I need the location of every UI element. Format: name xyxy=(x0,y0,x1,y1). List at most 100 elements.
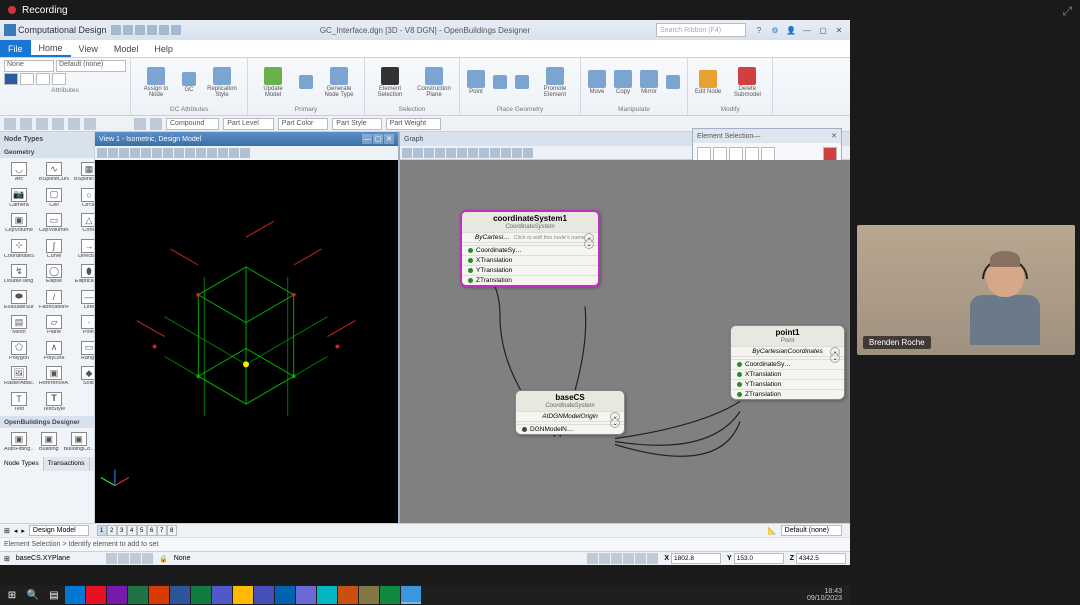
node-type-item[interactable]: ○Circle xyxy=(72,186,94,211)
help-icon[interactable]: ? xyxy=(752,24,766,36)
cb-icon[interactable] xyxy=(130,553,141,564)
part-level-select[interactable]: Part Level xyxy=(223,118,274,130)
mirror-button[interactable]: Mirror xyxy=(637,60,661,105)
vtool-icon[interactable] xyxy=(130,148,140,158)
taskbar-app-icon[interactable] xyxy=(275,586,295,604)
graph-node-point1[interactable]: point1Point ByCartesianCoordinates⌄ ⌄ Co… xyxy=(730,325,845,400)
graph-node-basecs[interactable]: baseCSCoordinateSystem AtDGNModelOrigin⌄… xyxy=(515,390,625,435)
tab-view[interactable]: View xyxy=(71,40,106,57)
sec-icon[interactable] xyxy=(150,118,162,130)
qat-icon[interactable] xyxy=(135,25,145,35)
node-type-item[interactable]: 📷Camera xyxy=(2,186,36,211)
assign-to-node-button[interactable]: Assign to Node xyxy=(135,60,177,105)
gtool-icon[interactable] xyxy=(424,148,434,158)
vtool-icon[interactable] xyxy=(119,148,129,158)
view-num-button[interactable]: 1 xyxy=(97,525,107,536)
node-type-item[interactable]: ⬮EllipticalArc xyxy=(72,262,94,287)
default-select[interactable]: Default (none) xyxy=(781,525,842,536)
vtool-icon[interactable] xyxy=(207,148,217,158)
vtool-icon[interactable] xyxy=(240,148,250,158)
vtool-icon[interactable] xyxy=(163,148,173,158)
move-button[interactable]: Move xyxy=(585,60,609,105)
gtool-icon[interactable] xyxy=(413,148,423,158)
vtool-icon[interactable] xyxy=(97,148,107,158)
qat-icon[interactable] xyxy=(123,25,133,35)
start-button[interactable]: ⊞ xyxy=(2,586,22,604)
taskbar-app-icon[interactable] xyxy=(107,586,127,604)
part-style-select[interactable]: Part Style xyxy=(332,118,381,130)
acs-icon[interactable]: ⊞ xyxy=(4,555,10,563)
generate-node-type-button[interactable]: Generate Node Type xyxy=(318,60,360,105)
graph-canvas[interactable]: coordinateSystem1CoordinateSystem ByCart… xyxy=(400,160,850,523)
geom-button[interactable] xyxy=(512,60,532,105)
ribbon-search[interactable]: Search Ribbon (F4) xyxy=(656,23,746,37)
node-type-item[interactable]: ▤Mesh xyxy=(2,313,36,338)
manipulate-button[interactable] xyxy=(663,60,683,105)
gtool-icon[interactable] xyxy=(468,148,478,158)
qat-icon[interactable] xyxy=(147,25,157,35)
coord-x-input[interactable] xyxy=(671,553,721,564)
taskbar-app-icon[interactable] xyxy=(338,586,358,604)
node-type-item[interactable]: ∿BSplineCurve xyxy=(37,160,71,185)
taskbar-app-icon[interactable] xyxy=(128,586,148,604)
cb-icon[interactable] xyxy=(623,553,634,564)
vtool-icon[interactable] xyxy=(229,148,239,158)
view-num-button[interactable]: 4 xyxy=(127,525,137,536)
view-num-button[interactable]: 6 xyxy=(147,525,157,536)
gtool-icon[interactable] xyxy=(479,148,489,158)
node-type-item[interactable]: ▣ReferenceA… xyxy=(37,364,71,389)
gtool-icon[interactable] xyxy=(457,148,467,158)
node-type-item[interactable]: ∧PolyLine xyxy=(37,339,71,364)
edit-node-button[interactable]: Edit Node xyxy=(692,60,724,105)
gtool-icon[interactable] xyxy=(501,148,511,158)
node-type-item[interactable]: ▭Range xyxy=(72,339,94,364)
template-select[interactable]: Default (none) xyxy=(56,60,126,72)
expand-icon[interactable]: ⤢ xyxy=(1062,4,1072,19)
style-select[interactable] xyxy=(52,73,66,85)
close-button[interactable]: ✕ xyxy=(832,24,846,36)
view-close-icon[interactable]: ✕ xyxy=(384,134,394,144)
model-nav-icon[interactable]: ⊞ xyxy=(4,527,10,535)
maximize-button[interactable]: ▢ xyxy=(816,24,830,36)
minimize-button[interactable]: — xyxy=(800,24,814,36)
element-selection-button[interactable]: Element Selection xyxy=(369,60,411,105)
vtool-icon[interactable] xyxy=(152,148,162,158)
qat-icon[interactable] xyxy=(171,25,181,35)
update-model-button[interactable]: Update Model xyxy=(252,60,294,105)
node-type-item[interactable]: ▣AutoFitting… xyxy=(2,430,36,455)
esel-mode-icon[interactable] xyxy=(729,147,743,161)
sec-icon[interactable] xyxy=(20,118,32,130)
vtool-icon[interactable] xyxy=(185,148,195,158)
model-select[interactable]: Design Model xyxy=(29,525,89,536)
node-type-item[interactable]: ·Point xyxy=(72,313,94,338)
node-type-item[interactable]: 𝐓TextStyle xyxy=(37,390,71,415)
node-type-item[interactable]: ↯DoubleTang… xyxy=(2,262,36,287)
taskbar-app-icon[interactable] xyxy=(359,586,379,604)
cb-icon[interactable] xyxy=(118,553,129,564)
line-select[interactable] xyxy=(20,73,34,85)
node-type-item[interactable]: 🖼RasterAttac… xyxy=(2,364,36,389)
system-tray[interactable]: 18:43 09/10/2023 xyxy=(807,588,848,602)
copy-button[interactable]: Copy xyxy=(611,60,635,105)
gtool-icon[interactable] xyxy=(446,148,456,158)
taskbar-app-icon[interactable] xyxy=(233,586,253,604)
node-type-item[interactable]: /FabricationP… xyxy=(37,288,71,313)
panel-minimize-icon[interactable]: — xyxy=(753,133,760,140)
node-type-item[interactable]: ▱Plane xyxy=(37,313,71,338)
qat-icon[interactable] xyxy=(111,25,121,35)
chevron-down-icon[interactable]: ⌄ xyxy=(830,353,840,363)
node-type-item[interactable]: ⊹CoordinateS… xyxy=(2,237,36,262)
sec-icon[interactable] xyxy=(52,118,64,130)
vtool-icon[interactable] xyxy=(196,148,206,158)
node-type-item[interactable]: ⬬EvaluateSurf… xyxy=(2,288,36,313)
vtool-icon[interactable] xyxy=(218,148,228,158)
gtool-icon[interactable] xyxy=(490,148,500,158)
part-color-select[interactable]: Part Color xyxy=(278,118,329,130)
taskbar-app-icon[interactable] xyxy=(254,586,274,604)
taskbar-app-icon[interactable] xyxy=(191,586,211,604)
chevron-down-icon[interactable]: ⌄ xyxy=(610,418,620,428)
node-type-item[interactable]: ◯Ellipse xyxy=(37,262,71,287)
taskbar-app-icon[interactable] xyxy=(170,586,190,604)
coord-z-input[interactable] xyxy=(796,553,846,564)
promote-element-button[interactable]: Promote Element xyxy=(534,60,576,105)
